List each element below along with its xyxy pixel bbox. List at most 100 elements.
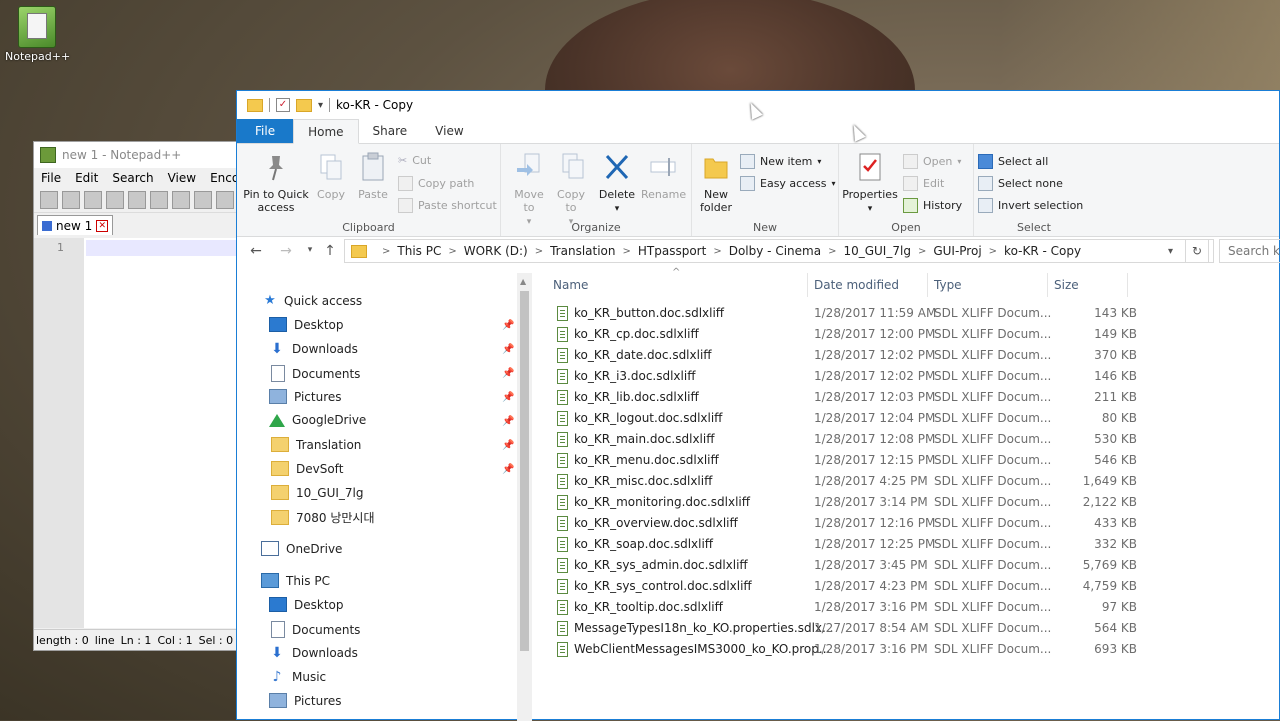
paste-shortcut-button[interactable]: Paste shortcut [398,198,497,213]
copy-path-button[interactable]: Copy path [398,176,474,191]
file-row[interactable]: ko_KR_monitoring.doc.sdlxliff 1/28/2017 3… [537,492,1137,513]
select-none-button[interactable]: Select none [978,176,1063,191]
nav-this-pc[interactable]: This PC [261,573,330,588]
nav-translation[interactable]: Translation [271,437,361,452]
chevron-right-icon[interactable]: > [535,246,543,257]
menu-edit[interactable]: Edit [75,171,98,185]
recent-locations-icon[interactable]: ▾ [299,245,321,255]
save-all-icon[interactable] [106,191,124,209]
column-size[interactable]: Size [1054,278,1079,292]
tab-new-1[interactable]: new 1 ✕ [37,215,114,235]
search-input[interactable]: Search ko [1219,239,1280,263]
notepadpp-editor[interactable]: 1 [34,238,246,628]
new-folder-button[interactable]: New folder [694,152,738,214]
file-row[interactable]: ko_KR_cp.doc.sdlxliff 1/28/2017 12:00 PM S… [537,324,1137,345]
close-tab-icon[interactable]: ✕ [96,219,109,232]
nav-desktop[interactable]: Desktop [269,317,344,332]
breadcrumb-htpassport[interactable]: HTpassport [638,244,706,258]
cut-button[interactable]: ✂ Cut [398,154,431,167]
file-explorer-window[interactable]: ✓ ▾ ko-KR - Copy File Home Share View Pi… [236,90,1280,721]
menu-view[interactable]: View [168,171,196,185]
back-arrow-icon[interactable]: ← [245,243,267,259]
column-divider[interactable] [807,273,808,297]
cut-icon[interactable] [194,191,212,209]
new-item-button[interactable]: New item ▾ [740,154,821,169]
copy-button[interactable]: Copy [311,152,351,201]
new-file-icon[interactable] [40,191,58,209]
column-date-modified[interactable]: Date modified [814,278,899,292]
nav-10-gui[interactable]: 10_GUI_7lg [271,485,363,500]
save-icon[interactable] [84,191,102,209]
file-row[interactable]: ko_KR_lib.doc.sdlxliff 1/28/2017 12:03 PM… [537,387,1137,408]
chevron-right-icon[interactable]: > [989,246,997,257]
desktop-icon-notepadpp[interactable]: Notepad++ [5,6,70,63]
nav-devsoft[interactable]: DevSoft [271,461,343,476]
chevron-right-icon[interactable]: > [918,246,926,257]
notepadpp-window[interactable]: new 1 - Notepad++ File Edit Search View … [33,141,258,651]
breadcrumb-ko-kr-copy[interactable]: ko-KR - Copy [1004,244,1081,258]
file-row[interactable]: ko_KR_button.doc.sdlxliff 1/28/2017 11:59… [537,303,1137,324]
scrollbar-thumb[interactable] [520,291,529,651]
file-row[interactable]: ko_KR_sys_admin.doc.sdlxliff 1/28/2017 3:… [537,555,1137,576]
menu-file[interactable]: File [41,171,61,185]
invert-selection-button[interactable]: Invert selection [978,198,1083,213]
nav-pictures[interactable]: Pictures [269,389,342,404]
scroll-up-icon[interactable]: ▲ [520,277,526,286]
file-row[interactable]: ko_KR_misc.doc.sdlxliff 1/28/2017 4:25 PM… [537,471,1137,492]
file-row[interactable]: ko_KR_i3.doc.sdlxliff 1/28/2017 12:02 PM S… [537,366,1137,387]
breadcrumb-work-drive[interactable]: WORK (D:) [464,244,528,258]
close-file-icon[interactable] [128,191,146,209]
nav-pc-documents[interactable]: Documents [271,621,360,638]
file-row[interactable]: MessageTypesI18n_ko_KO.properties.sdlx..… [537,618,1137,639]
move-to-button[interactable]: Move to ▾ [509,152,549,229]
forward-arrow-icon[interactable]: → [275,243,297,259]
select-all-button[interactable]: Select all [978,154,1048,169]
column-divider[interactable] [1127,273,1128,297]
properties-button[interactable]: Properties ▾ [841,152,899,216]
easy-access-button[interactable]: Easy access ▾ [740,176,836,191]
column-name[interactable]: Name [553,278,588,292]
tab-view[interactable]: View [421,119,477,143]
file-row[interactable]: ko_KR_menu.doc.sdlxliff 1/28/2017 12:15 P… [537,450,1137,471]
navigation-scrollbar[interactable]: ▲ [517,273,532,721]
delete-button[interactable]: Delete ▾ [595,152,639,216]
paste-button[interactable]: Paste [353,152,393,201]
file-row[interactable]: ko_KR_tooltip.doc.sdlxliff 1/28/2017 3:16… [537,597,1137,618]
nav-documents[interactable]: Documents [271,365,360,382]
print-icon[interactable] [172,191,190,209]
open-file-icon[interactable] [62,191,80,209]
pin-quick-access-button[interactable]: Pin to Quick access [243,152,309,214]
history-button[interactable]: History [903,198,962,213]
tab-home[interactable]: Home [293,119,359,144]
file-row[interactable]: WebClientMessagesIMS3000_ko_KO.prop... 1/… [537,639,1137,660]
breadcrumb-gui-proj[interactable]: GUI-Proj [933,244,981,258]
refresh-icon[interactable]: ↻ [1185,239,1209,263]
address-bar[interactable]: > This PC > WORK (D:) > Translation > HT… [344,239,1214,263]
chevron-right-icon[interactable]: > [623,246,631,257]
column-type[interactable]: Type [934,278,962,292]
nav-pc-desktop[interactable]: Desktop [269,597,344,612]
chevron-right-icon[interactable]: > [713,246,721,257]
new-folder-quick-icon[interactable] [296,98,312,112]
breadcrumb-dolby-cinema[interactable]: Dolby - Cinema [729,244,821,258]
column-divider[interactable] [927,273,928,297]
breadcrumb-translation[interactable]: Translation [550,244,615,258]
open-button[interactable]: Open ▾ [903,154,961,169]
breadcrumb-this-pc[interactable]: This PC [397,244,441,258]
nav-pc-downloads[interactable]: ⬇ Downloads [269,645,358,661]
file-row[interactable]: ko_KR_main.doc.sdlxliff 1/28/2017 12:08 P… [537,429,1137,450]
nav-googledrive[interactable]: GoogleDrive [269,413,366,427]
properties-quick-icon[interactable]: ✓ [276,98,290,112]
notepadpp-titlebar[interactable]: new 1 - Notepad++ [34,142,244,168]
nav-downloads[interactable]: ⬇ Downloads [269,341,358,357]
address-dropdown-icon[interactable]: ▾ [1168,246,1173,257]
column-divider[interactable] [1047,273,1048,297]
menu-search[interactable]: Search [112,171,153,185]
nav-pc-pictures[interactable]: Pictures [269,693,342,708]
file-row[interactable]: ko_KR_overview.doc.sdlxliff 1/28/2017 12:… [537,513,1137,534]
file-row[interactable]: ko_KR_sys_control.doc.sdlxliff 1/28/2017 … [537,576,1137,597]
file-row[interactable]: ko_KR_date.doc.sdlxliff 1/28/2017 12:02 P… [537,345,1137,366]
breadcrumb-10-gui[interactable]: 10_GUI_7lg [843,244,910,258]
rename-button[interactable]: Rename [641,152,686,201]
nav-quick-access[interactable]: ★ Quick access [263,293,362,308]
